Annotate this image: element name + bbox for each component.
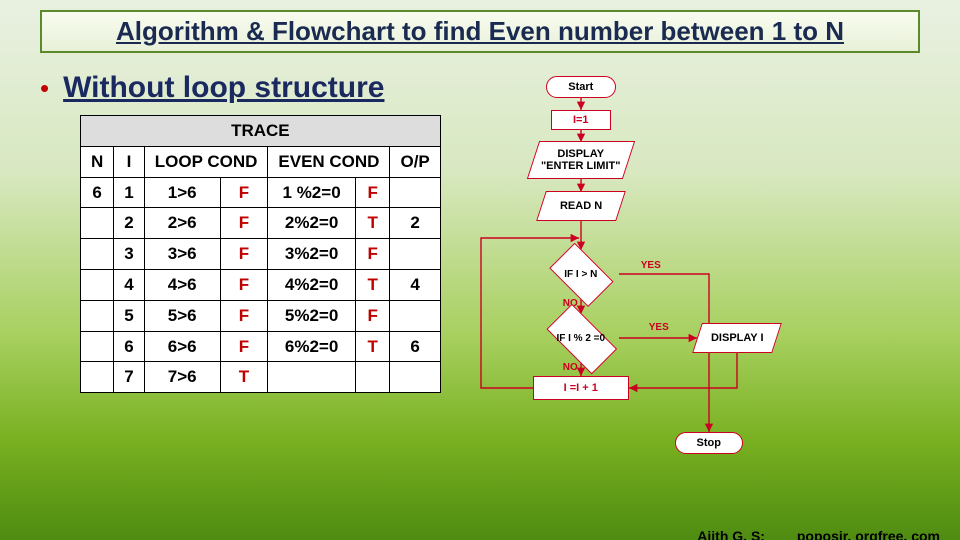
table-row: 611>6F1 %2=0F xyxy=(81,177,441,208)
table-row: 66>6F6%2=0T6 xyxy=(81,331,441,362)
trace-table: TRACE N I LOOP COND EVEN COND O/P 611>6F… xyxy=(80,115,441,393)
fc-init: I=1 xyxy=(551,110,611,130)
table-row: 33>6F3%2=0F xyxy=(81,239,441,270)
content-row: TRACE N I LOOP COND EVEN COND O/P 611>6F… xyxy=(80,115,950,450)
footer: Ajith G. S: poposir. orgfree. com xyxy=(697,528,940,540)
slide-title: Algorithm & Flowchart to find Even numbe… xyxy=(40,10,920,53)
fc-no-2: NO xyxy=(563,362,578,373)
table-row: 55>6F5%2=0F xyxy=(81,300,441,331)
footer-author: Ajith G. S: xyxy=(697,528,765,540)
table-row: 77>6T xyxy=(81,362,441,393)
table-row: 22>6F2%2=0T2 xyxy=(81,208,441,239)
flowchart-arrows xyxy=(461,70,811,450)
footer-site: poposir. orgfree. com xyxy=(797,528,940,540)
fc-display-prompt: DISPLAY "ENTER LIMIT" xyxy=(533,142,629,178)
fc-display-i: DISPLAY I xyxy=(697,324,777,352)
fc-start: Start xyxy=(546,76,616,98)
fc-cond-loop: IF I > N xyxy=(543,250,619,298)
fc-cond-even: IF I % 2 =0 xyxy=(537,314,625,362)
fc-increment: I =I + 1 xyxy=(533,376,629,400)
fc-yes-2: YES xyxy=(649,322,669,333)
flowchart: Start I=1 DISPLAY "ENTER LIMIT" READ N I… xyxy=(461,70,811,450)
trace-title: TRACE xyxy=(81,116,441,147)
trace-header-row: N I LOOP COND EVEN COND O/P xyxy=(81,146,441,177)
bullet-text: Without loop structure xyxy=(63,71,384,105)
fc-stop: Stop xyxy=(675,432,743,454)
table-row: 44>6F4%2=0T4 xyxy=(81,269,441,300)
bullet-icon: • xyxy=(40,73,49,104)
fc-yes-1: YES xyxy=(641,260,661,271)
fc-read-n: READ N xyxy=(541,192,621,220)
